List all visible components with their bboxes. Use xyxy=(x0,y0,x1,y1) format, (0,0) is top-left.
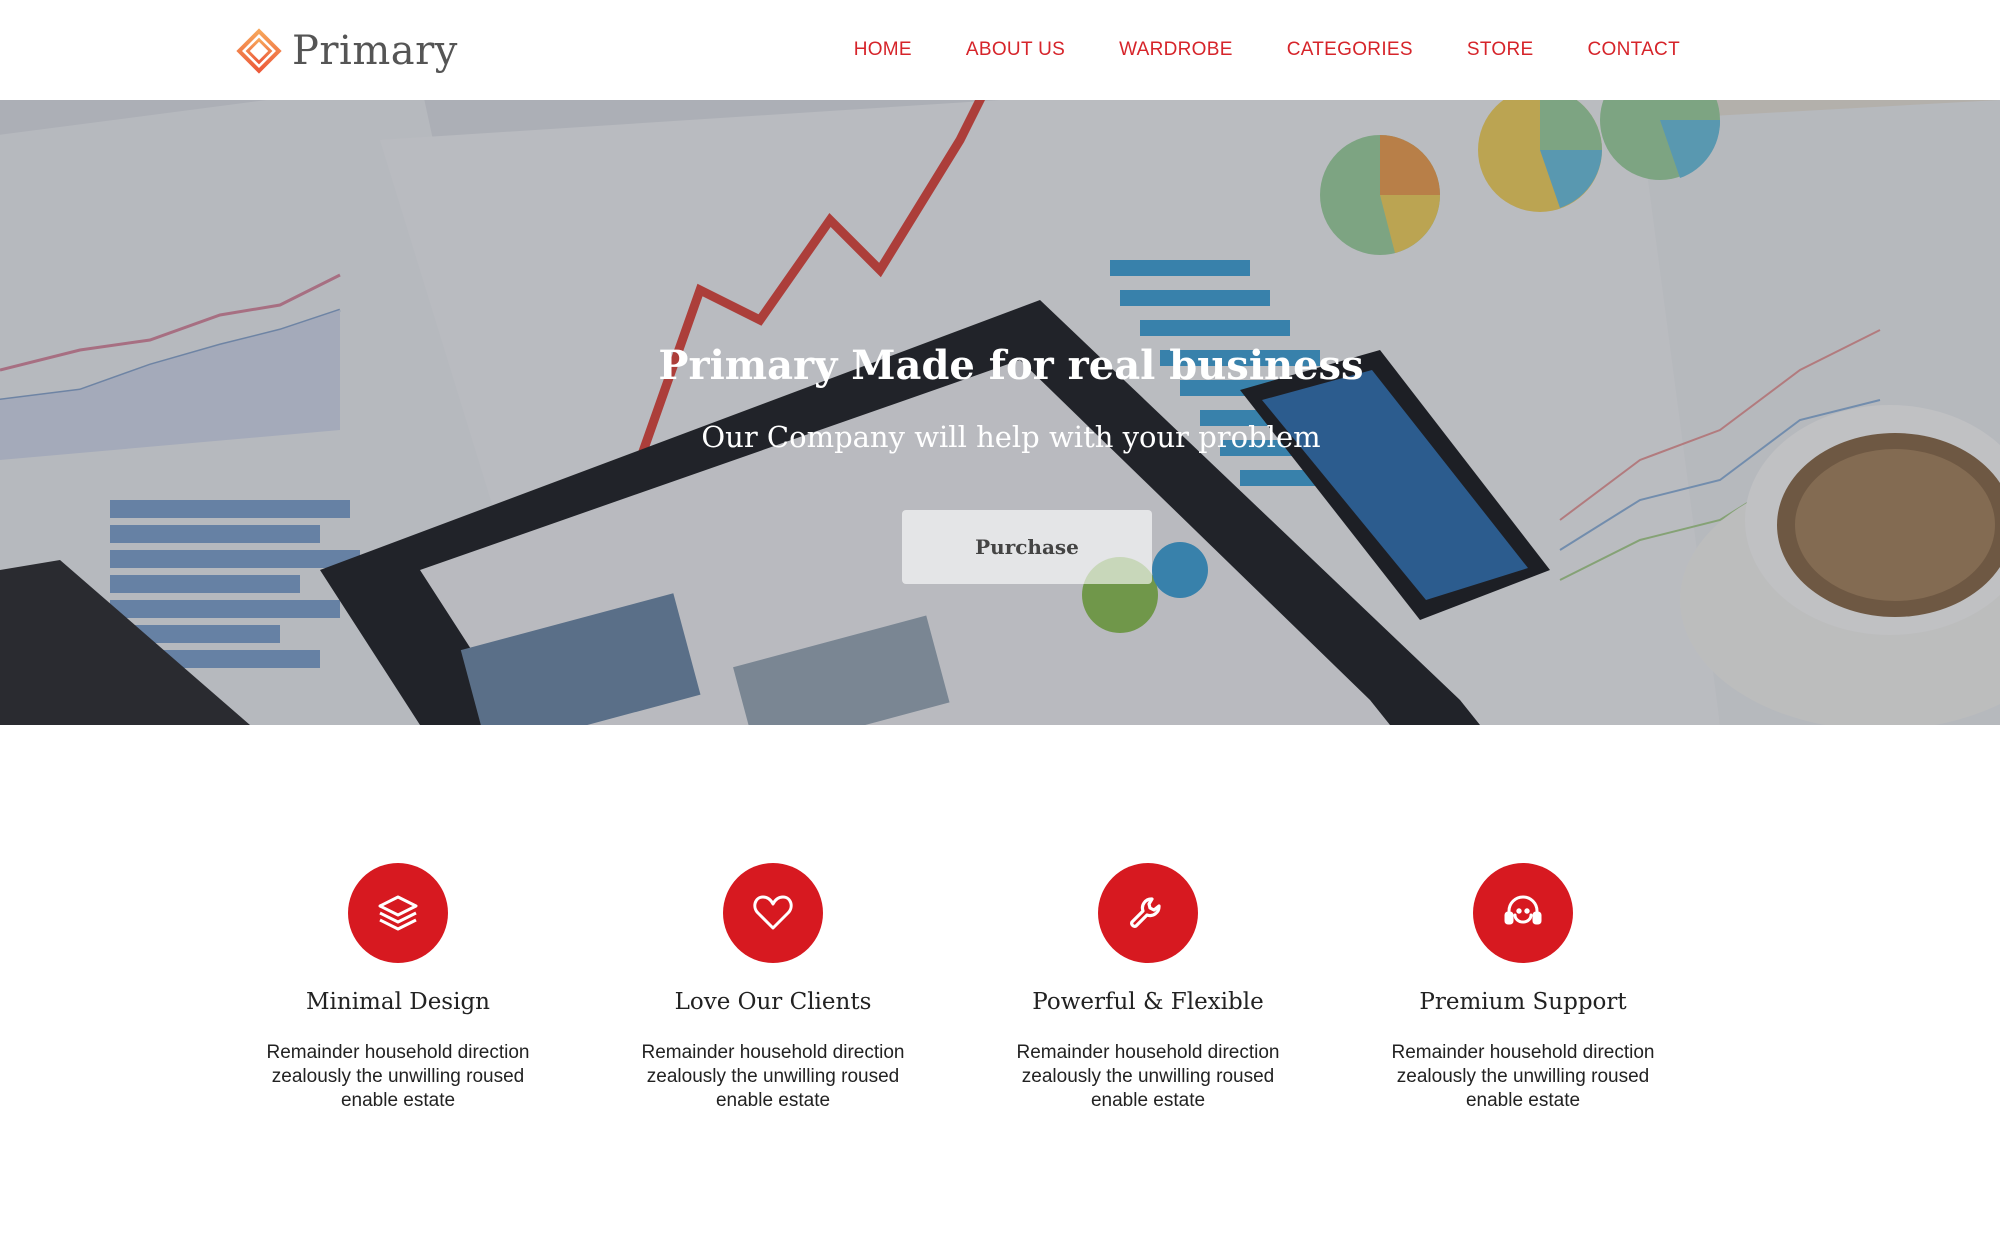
feature-powerful-flexible: Powerful & Flexible Remainder household … xyxy=(998,863,1298,1113)
features-section: Minimal Design Remainder household direc… xyxy=(0,725,2000,1248)
feature-text: Remainder household direction zealously … xyxy=(1016,1042,1280,1111)
support-headset-icon xyxy=(1473,863,1573,963)
logo-text: Primary xyxy=(292,28,458,74)
feature-title: Powerful & Flexible xyxy=(1032,989,1264,1015)
layers-icon xyxy=(348,863,448,963)
hero-dim-overlay xyxy=(0,100,2000,725)
feature-text: Remainder household direction zealously … xyxy=(641,1042,905,1111)
nav-categories[interactable]: CATEGORIES xyxy=(1287,39,1413,61)
logo[interactable]: Primary xyxy=(234,24,458,78)
hero-banner: Primary Made for real business Our Compa… xyxy=(0,100,2000,725)
nav-home[interactable]: HOME xyxy=(854,39,912,61)
nav-store[interactable]: STORE xyxy=(1467,39,1534,61)
nav-about-us[interactable]: ABOUT US xyxy=(966,39,1065,61)
nav-contact[interactable]: CONTACT xyxy=(1587,39,1680,61)
feature-minimal-design: Minimal Design Remainder household direc… xyxy=(248,863,548,1113)
hero-title: Primary Made for real business xyxy=(658,342,1364,389)
feature-text: Remainder household direction zealously … xyxy=(1391,1042,1655,1111)
feature-love-our-clients: Love Our Clients Remainder household dir… xyxy=(623,863,923,1113)
wrench-icon xyxy=(1098,863,1198,963)
feature-title: Love Our Clients xyxy=(674,989,872,1015)
feature-text: Remainder household direction zealously … xyxy=(266,1042,530,1111)
site-header: Primary HOME ABOUT US WARDROBE CATEGORIE… xyxy=(0,0,2000,100)
feature-title: Minimal Design xyxy=(305,989,490,1015)
diamond-logo-icon xyxy=(234,26,284,76)
hero-subtitle: Our Company will help with your problem xyxy=(701,420,1321,454)
nav-wardrobe[interactable]: WARDROBE xyxy=(1119,39,1233,61)
heart-icon xyxy=(723,863,823,963)
feature-premium-support: Premium Support Remainder household dire… xyxy=(1373,863,1673,1113)
purchase-button[interactable]: Purchase xyxy=(902,510,1152,584)
feature-title: Premium Support xyxy=(1419,989,1627,1015)
main-nav: HOME ABOUT US WARDROBE CATEGORIES STORE … xyxy=(854,0,1680,100)
